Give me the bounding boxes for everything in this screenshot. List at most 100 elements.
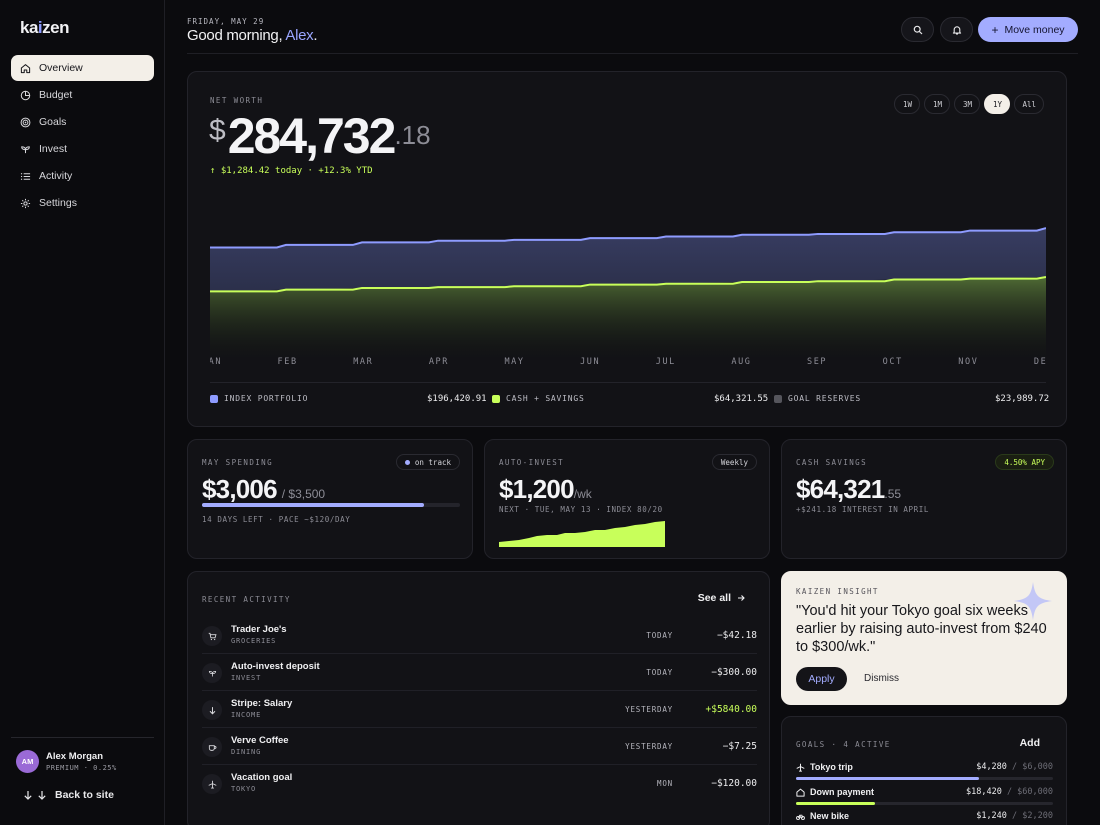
notifications-button[interactable]	[940, 17, 973, 42]
row-date: TODAY	[646, 631, 673, 640]
table-row[interactable]: Stripe: Salary INCOME YESTERDAY +$5840.0…	[202, 692, 757, 728]
legend-swatch	[774, 394, 782, 403]
table-row[interactable]: Trader Joe's GROCERIES TODAY −$42.18	[202, 618, 757, 654]
net-worth-whole: 284,732	[227, 108, 397, 164]
row-amount: −$120.00	[711, 778, 757, 789]
range-1w[interactable]: 1W	[894, 94, 921, 114]
insight-text: "You'd hit your Tokyo goal six weeks ear…	[796, 603, 1047, 655]
arrow-down-icon	[24, 791, 32, 800]
greeting-period: .	[313, 27, 318, 44]
cash-savings-amount: $64,321	[796, 474, 885, 504]
see-all-link[interactable]: See all	[698, 592, 745, 604]
see-all-label: See all	[697, 592, 731, 604]
chart-areas	[210, 227, 1046, 357]
legend-goal-reserves: GOAL RESERVES	[774, 394, 861, 403]
search-button[interactable]	[901, 17, 934, 42]
legend-swatch	[210, 394, 218, 403]
arrow-down-icon	[38, 791, 46, 800]
recent-activity-card: RECENT ACTIVITY See all Trader Joe's GRO…	[187, 571, 770, 825]
sidebar-item-label: Goals	[39, 116, 67, 128]
apply-button[interactable]: Apply	[796, 667, 847, 691]
goal-value: $1,240 / $2,200	[976, 811, 1053, 821]
auto-invest-unit: /wk	[573, 487, 592, 501]
row-amount: +$5840.00	[705, 704, 757, 715]
table-row[interactable]: Auto-invest deposit INVEST TODAY −$300.0…	[202, 655, 757, 691]
range-1m[interactable]: 1M	[924, 94, 951, 114]
status-badge: on track	[395, 454, 460, 470]
pie-icon	[20, 90, 31, 100]
auto-invest-card[interactable]: AUTO-INVEST Weekly $1,200/wk NEXT · TUE,…	[484, 439, 770, 559]
user-profile[interactable]: AM Alex Morgan PREMIUM · 0.25%	[16, 750, 117, 773]
spending-label: MAY SPENDING	[202, 458, 273, 467]
plane-icon	[796, 763, 805, 772]
spending-sub: 14 DAYS LEFT · PACE ~$120/DAY	[202, 515, 351, 524]
house-icon	[796, 788, 805, 797]
goal-name: Down payment	[810, 787, 875, 797]
app: kaizen Overview Budget Goals Invest Acti…	[0, 0, 1100, 825]
greeting-name: Alex	[285, 27, 314, 44]
sprout-icon	[21, 145, 30, 153]
goal-progress-fill	[796, 777, 980, 780]
insight-label: KAIZEN INSIGHT	[796, 587, 879, 596]
cash-savings-card[interactable]: CASH SAVINGS 4.50% APY $64,321.55 +$241.…	[781, 439, 1067, 559]
table-row[interactable]: Verve Coffee DINING YESTERDAY −$7.25	[202, 729, 757, 765]
table-row[interactable]: Vacation goal TOKYO MON −$120.00	[202, 766, 757, 802]
net-worth-label: NET WORTH	[210, 96, 264, 105]
dismiss-button[interactable]: Dismiss	[864, 673, 899, 684]
sidebar-item-goals[interactable]: Goals	[11, 109, 154, 135]
goal-progress-track	[796, 777, 1053, 780]
spending-amount: $3,006	[202, 474, 278, 504]
row-icon-wrap	[202, 737, 222, 757]
legend-label: INDEX PORTFOLIO	[224, 394, 309, 403]
list-icon	[20, 172, 31, 180]
recent-activity-label: RECENT ACTIVITY	[202, 595, 291, 604]
sprout-icon	[208, 670, 216, 676]
cash-savings-label: CASH SAVINGS	[796, 458, 867, 467]
insight-card: KAIZEN INSIGHT "You'd hit your Tokyo goa…	[781, 571, 1067, 705]
back-to-site-link[interactable]: Back to site	[23, 789, 114, 801]
sidebar-item-budget[interactable]: Budget	[11, 82, 154, 108]
x-tick-may: MAY	[504, 357, 524, 367]
range-all[interactable]: All	[1014, 94, 1044, 114]
row-category: DINING	[231, 748, 262, 756]
add-goal-button[interactable]: Add	[1020, 737, 1040, 749]
cash-savings-sub: +$241.18 INTEREST IN APRIL	[796, 505, 929, 514]
logo-text-end: zen	[42, 18, 69, 37]
range-1y[interactable]: 1Y	[984, 94, 1011, 114]
row-category: INVEST	[231, 674, 262, 682]
net-worth-delta: ↑ $1,284.42 today · +12.3% YTD	[210, 166, 373, 176]
sidebar-item-activity[interactable]: Activity	[11, 163, 154, 189]
range-3m[interactable]: 3M	[954, 94, 981, 114]
user-name: Alex Morgan	[46, 751, 104, 762]
row-date: MON	[657, 779, 673, 788]
sidebar-item-overview[interactable]: Overview	[11, 55, 154, 81]
row-amount: −$42.18	[716, 630, 757, 641]
auto-invest-value: $1,200/wk	[499, 474, 592, 505]
goal-name: Tokyo trip	[810, 762, 853, 772]
sidebar-item-label: Overview	[39, 62, 83, 74]
goal-value: $4,280 / $6,000	[976, 762, 1053, 772]
frequency-badge: Weekly	[711, 454, 757, 470]
legend-divider	[210, 382, 1046, 383]
status-text: on track	[414, 457, 451, 467]
row-amount: −$300.00	[711, 667, 757, 678]
spending-card[interactable]: MAY SPENDING on track $3,006/ $3,500 14 …	[187, 439, 473, 559]
move-money-button[interactable]: + Move money	[978, 17, 1078, 42]
net-worth-chart: JAN FEB MAR APR MAY JUN JUL AUG SEP OCT NOV DEC	[210, 227, 1046, 367]
net-worth-cents: .18	[394, 120, 431, 150]
plane-icon	[208, 780, 216, 789]
row-icon-wrap	[202, 663, 222, 683]
spending-budget: / $3,500	[281, 487, 326, 501]
move-money-label: Move money	[1004, 23, 1065, 36]
sidebar-nav: Overview Budget Goals Invest Activity Se…	[11, 55, 154, 217]
x-tick-jan: JAN	[210, 357, 222, 367]
goal-target: / $2,200	[1012, 811, 1053, 821]
spending-value: $3,006/ $3,500	[202, 474, 325, 505]
goal-value: $18,420 / $60,000	[966, 787, 1053, 797]
legend-label: CASH + SAVINGS	[506, 394, 585, 403]
x-tick-sep: SEP	[807, 357, 827, 367]
sidebar-item-settings[interactable]: Settings	[11, 190, 154, 216]
sidebar-item-invest[interactable]: Invest	[11, 136, 154, 162]
x-tick-oct: OCT	[883, 357, 903, 367]
kaizen-logo[interactable]: kaizen	[20, 18, 69, 38]
